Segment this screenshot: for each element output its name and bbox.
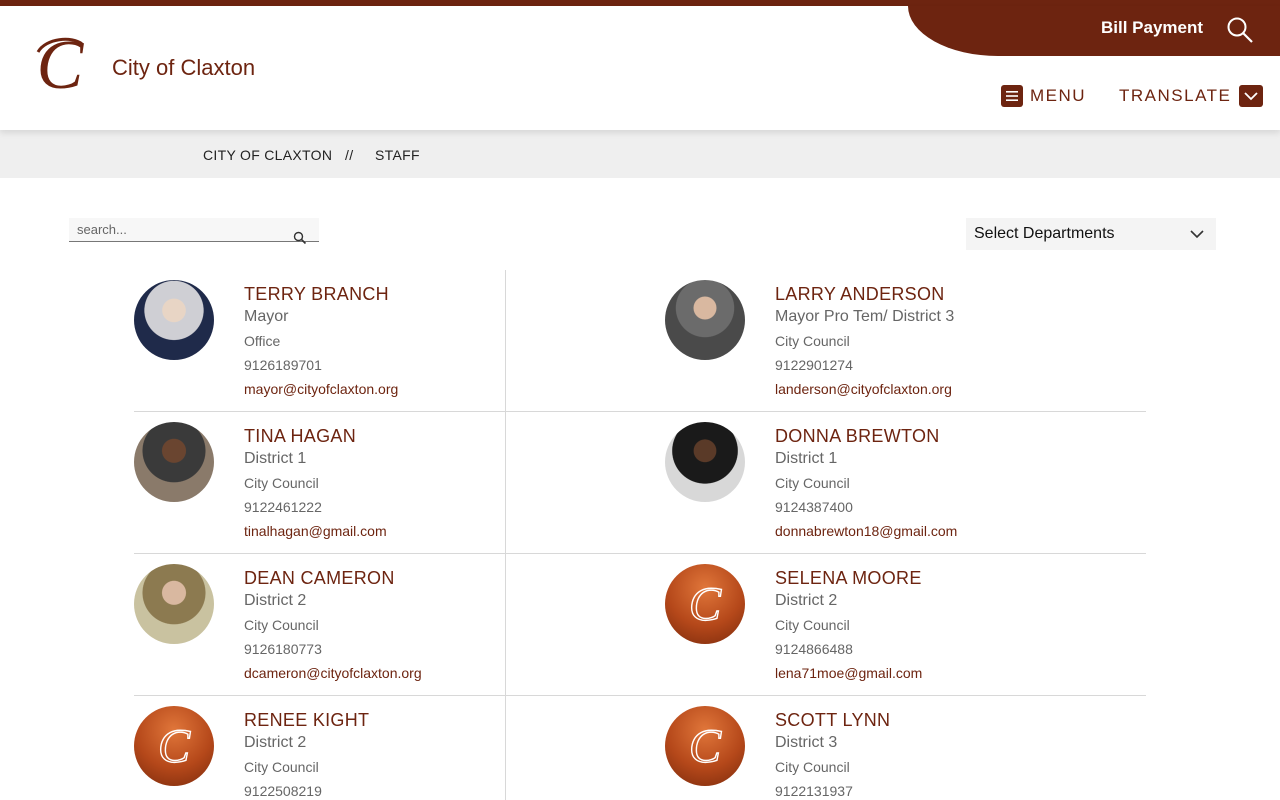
city-logo-icon: C [688, 577, 722, 631]
staff-department: Office [244, 333, 281, 349]
staff-title: District 2 [244, 734, 307, 751]
staff-name[interactable]: DONNA BREWTON [775, 425, 957, 447]
svg-text:C: C [689, 578, 722, 631]
staff-directory: TERRY BRANCH Mayor Office 9126189701 may… [134, 270, 1146, 800]
bill-payment-link[interactable]: Bill Payment [1101, 18, 1203, 38]
breadcrumb-current: STAFF [375, 147, 420, 163]
breadcrumb-home[interactable]: CITY OF CLAXTON [203, 147, 332, 163]
staff-name[interactable]: TERRY BRANCH [244, 283, 398, 305]
staff-phone: 9124387400 [775, 499, 853, 515]
menu-button[interactable]: MENU [1001, 85, 1086, 107]
department-select[interactable]: Select Departments [966, 218, 1216, 250]
avatar [134, 422, 214, 502]
avatar: C [665, 564, 745, 644]
staff-department: City Council [775, 333, 850, 349]
staff-title: Mayor [244, 308, 289, 325]
staff-name[interactable]: SCOTT LYNN [775, 709, 890, 731]
staff-email-link[interactable]: landerson@cityofclaxton.org [775, 377, 954, 401]
staff-phone: 9122131937 [775, 783, 853, 799]
staff-title: District 1 [244, 450, 307, 467]
staff-phone: 9126189701 [244, 357, 322, 373]
header-tab-shape [908, 6, 1280, 56]
avatar [134, 280, 214, 360]
site-header: C City of Claxton Bill Payment MENU TRAN… [0, 6, 1280, 130]
staff-row: C RENEE KIGHT District 2 City Council 91… [134, 696, 1146, 800]
city-logo-icon: C [157, 719, 191, 773]
staff-phone: 9126180773 [244, 641, 322, 657]
city-logo[interactable]: C [24, 30, 96, 102]
staff-phone: 9122461222 [244, 499, 322, 515]
staff-email-link[interactable]: dcameron@cityofclaxton.org [244, 661, 422, 685]
staff-department: City Council [775, 475, 850, 491]
translate-label: TRANSLATE [1119, 86, 1232, 105]
staff-name[interactable]: TINA HAGAN [244, 425, 387, 447]
staff-card: C SELENA MOORE District 2 City Council 9… [665, 554, 1165, 695]
staff-department: City Council [244, 759, 319, 775]
chevron-down-icon [1190, 230, 1204, 239]
staff-title: District 2 [244, 592, 307, 609]
staff-phone: 9122901274 [775, 357, 853, 373]
staff-email-link[interactable]: donnabrewton18@gmail.com [775, 519, 957, 543]
staff-title: District 1 [775, 450, 838, 467]
staff-card: C SCOTT LYNN District 3 City Council 912… [665, 696, 1165, 800]
svg-text:C: C [158, 720, 191, 773]
menu-label: MENU [1030, 86, 1087, 105]
hamburger-icon [1001, 85, 1023, 107]
staff-title: District 2 [775, 592, 838, 609]
staff-name[interactable]: DEAN CAMERON [244, 567, 422, 589]
staff-card: DONNA BREWTON District 1 City Council 91… [665, 412, 1165, 553]
svg-text:C: C [689, 720, 722, 773]
staff-email-link[interactable]: lena71moe@gmail.com [775, 661, 922, 685]
staff-title: District 3 [775, 734, 838, 751]
department-select-value: Select Departments [974, 225, 1115, 242]
chevron-down-icon [1239, 85, 1264, 107]
staff-card: C RENEE KIGHT District 2 City Council 91… [134, 696, 634, 800]
staff-department: City Council [244, 617, 319, 633]
staff-email-link[interactable]: tinalhagan@gmail.com [244, 519, 387, 543]
staff-department: City Council [775, 759, 850, 775]
staff-phone: 9124866488 [775, 641, 853, 657]
staff-card: LARRY ANDERSON Mayor Pro Tem/ District 3… [665, 270, 1165, 411]
staff-phone: 9122508219 [244, 783, 322, 799]
staff-row: DEAN CAMERON District 2 City Council 912… [134, 554, 1146, 696]
staff-card: TINA HAGAN District 1 City Council 91224… [134, 412, 634, 553]
staff-card: TERRY BRANCH Mayor Office 9126189701 may… [134, 270, 634, 411]
staff-name[interactable]: RENEE KIGHT [244, 709, 369, 731]
staff-row: TINA HAGAN District 1 City Council 91224… [134, 412, 1146, 554]
site-name[interactable]: City of Claxton [112, 55, 255, 81]
staff-name[interactable]: SELENA MOORE [775, 567, 922, 589]
staff-row: TERRY BRANCH Mayor Office 9126189701 may… [134, 270, 1146, 412]
city-logo-icon: C [688, 719, 722, 773]
staff-card: DEAN CAMERON District 2 City Council 912… [134, 554, 634, 695]
avatar: C [134, 706, 214, 786]
avatar [665, 280, 745, 360]
search-icon[interactable] [293, 231, 307, 245]
staff-department: City Council [244, 475, 319, 491]
avatar [665, 422, 745, 502]
staff-department: City Council [775, 617, 850, 633]
breadcrumb-separator: // [345, 147, 354, 163]
search-input[interactable] [69, 218, 289, 241]
staff-title: Mayor Pro Tem/ District 3 [775, 308, 955, 325]
avatar: C [665, 706, 745, 786]
staff-email-link[interactable]: mayor@cityofclaxton.org [244, 377, 398, 401]
avatar [134, 564, 214, 644]
staff-search [69, 218, 319, 245]
staff-name[interactable]: LARRY ANDERSON [775, 283, 954, 305]
translate-button[interactable]: TRANSLATE [1119, 85, 1264, 107]
breadcrumb: CITY OF CLAXTON // STAFF [0, 130, 1280, 178]
search-icon[interactable] [1226, 16, 1254, 44]
